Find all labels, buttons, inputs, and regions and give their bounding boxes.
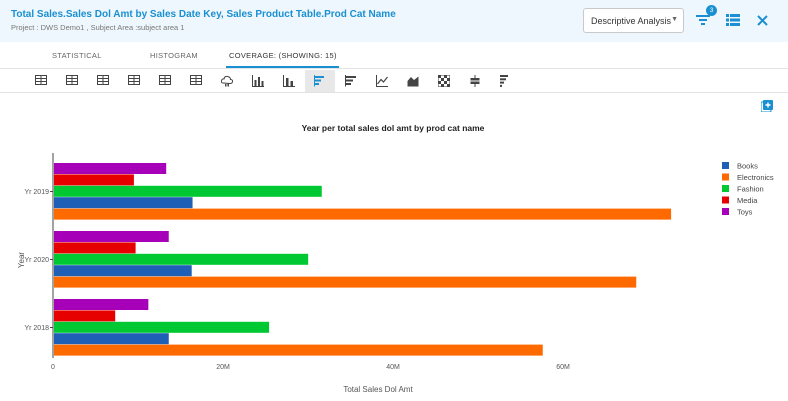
bar-yr-2018-fashion[interactable] — [54, 321, 270, 333]
tab-bar: STATISTICAL HISTOGRAM COVERAGE: (SHOWING… — [0, 44, 788, 68]
toolbar-horizontal-bar-button[interactable] — [305, 70, 335, 92]
bar-yr-2020-books[interactable] — [54, 265, 192, 277]
bar-yr-2019-books[interactable] — [54, 197, 193, 209]
toolbar-area-chart-button[interactable] — [398, 70, 428, 92]
analysis-select[interactable]: Descriptive Analysis ▼ — [583, 8, 684, 33]
table-icon — [66, 75, 78, 85]
toolbar-cloud-chart-button[interactable] — [212, 70, 242, 92]
table-icon — [128, 75, 140, 85]
filter-count-badge: 3 — [706, 5, 717, 16]
toolbar-divider — [0, 92, 788, 93]
stacked-bar-icon — [283, 75, 295, 87]
area-chart-icon — [407, 76, 419, 87]
x-tick-label: 40M — [386, 364, 400, 371]
table-icon — [159, 75, 171, 85]
horizontal-bar-icon — [314, 75, 324, 87]
x-tick-label: 20M — [216, 364, 230, 371]
y-tick-label: Yr 2018 — [24, 325, 49, 332]
bar-yr-2018-media[interactable] — [54, 310, 116, 322]
bar-chart: Year per total sales dol amt by prod cat… — [17, 123, 774, 394]
toolbar-line-chart-button[interactable] — [367, 70, 397, 92]
bar-yr-2019-toys[interactable] — [54, 163, 167, 174]
x-axis-title: Total Sales Dol Amt — [343, 385, 413, 394]
bar-yr-2018-toys[interactable] — [54, 299, 149, 310]
toolbar-table-button[interactable] — [119, 70, 149, 92]
toolbar-table-button[interactable] — [181, 70, 211, 92]
legend-swatch-fashion[interactable] — [722, 185, 729, 192]
y-tick-label: Yr 2019 — [24, 189, 49, 196]
funnel-chart-icon — [500, 75, 508, 87]
toolbar-table-button[interactable] — [150, 70, 180, 92]
analysis-select-value: Descriptive Analysis — [591, 16, 672, 26]
legend-label-books[interactable]: Books — [737, 162, 758, 171]
toolbar-stacked-bar-button[interactable] — [274, 70, 304, 92]
tabs-divider — [0, 68, 788, 69]
bar-yr-2020-media[interactable] — [54, 242, 136, 254]
legend-label-fashion[interactable]: Fashion — [737, 185, 764, 194]
tab-statistical[interactable]: STATISTICAL — [52, 51, 102, 60]
bar-yr-2020-toys[interactable] — [54, 231, 169, 242]
page-title: Total Sales.Sales Dol Amt by Sales Date … — [11, 9, 396, 20]
legend-label-electronics[interactable]: Electronics — [737, 173, 774, 182]
list-view-button[interactable] — [723, 10, 743, 30]
toolbar-table-button[interactable] — [88, 70, 118, 92]
table-icon — [97, 75, 109, 85]
list-icon — [726, 14, 740, 26]
header-bar: Total Sales.Sales Dol Amt by Sales Date … — [0, 0, 788, 42]
chart-title: Year per total sales dol amt by prod cat… — [302, 123, 485, 133]
heatmap-icon — [438, 75, 450, 87]
tab-coverage[interactable]: COVERAGE: (SHOWING: 15) — [229, 51, 337, 60]
x-tick-label: 60M — [556, 364, 570, 371]
legend-label-media[interactable]: Media — [737, 196, 758, 205]
bar-yr-2019-media[interactable] — [54, 174, 134, 186]
toolbar-boxplot-button[interactable] — [460, 70, 490, 92]
tab-histogram[interactable]: HISTOGRAM — [150, 51, 198, 60]
table-icon — [190, 75, 202, 85]
bar-yr-2019-fashion[interactable] — [54, 185, 322, 197]
chevron-down-icon: ▼ — [671, 16, 678, 23]
close-icon — [756, 14, 768, 26]
legend-swatch-electronics[interactable] — [722, 173, 729, 181]
line-chart-icon — [376, 75, 388, 87]
toolbar-horizontal-stacked-bar-button[interactable] — [336, 70, 366, 92]
toolbar-bar-chart-button[interactable] — [243, 70, 273, 92]
bar-yr-2018-electronics[interactable] — [54, 344, 543, 356]
cloud-chart-icon — [221, 75, 233, 87]
legend-swatch-toys[interactable] — [722, 208, 729, 215]
chart-type-toolbar — [0, 70, 788, 92]
x-tick-label: 0 — [51, 364, 55, 371]
y-axis-title: Year — [17, 252, 26, 269]
bar-yr-2020-fashion[interactable] — [54, 253, 309, 265]
bar-chart-icon — [252, 75, 264, 87]
legend-label-toys[interactable]: Toys — [737, 208, 753, 217]
toolbar-table-button[interactable] — [26, 70, 56, 92]
table-icon — [35, 75, 47, 85]
bar-yr-2018-books[interactable] — [54, 333, 169, 345]
bar-yr-2020-electronics[interactable] — [54, 276, 637, 288]
boxplot-icon — [470, 75, 480, 87]
close-button[interactable] — [752, 10, 772, 30]
legend-swatch-media[interactable] — [722, 196, 729, 204]
bar-yr-2019-electronics[interactable] — [54, 208, 672, 220]
horizontal-stacked-bar-icon — [345, 75, 356, 87]
legend-swatch-books[interactable] — [722, 162, 729, 169]
y-tick-label: Yr 2020 — [24, 257, 49, 264]
toolbar-heatmap-button[interactable] — [429, 70, 459, 92]
toolbar-funnel-chart-button[interactable] — [491, 70, 521, 92]
filter-icon — [696, 15, 710, 25]
project-subtitle: Project : DWS Demo1 , Subject Area :subj… — [11, 23, 185, 32]
toolbar-table-button[interactable] — [57, 70, 87, 92]
